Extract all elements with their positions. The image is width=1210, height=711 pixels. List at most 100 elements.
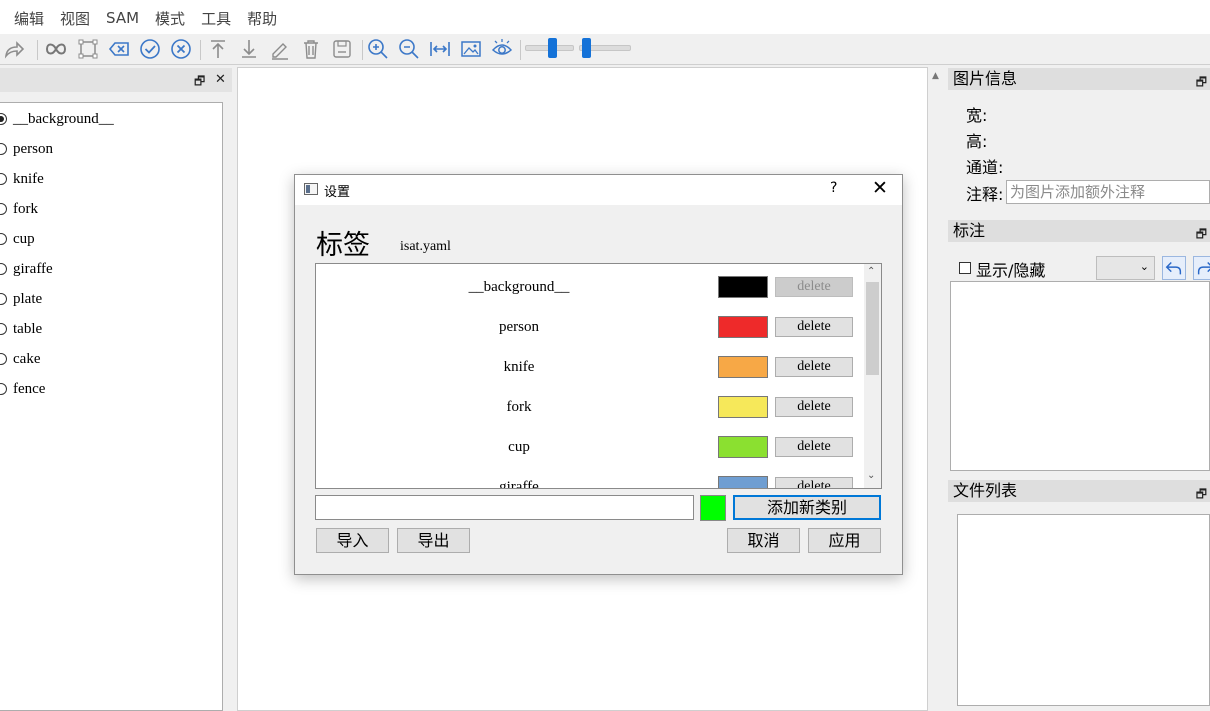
category-name[interactable]: giraffe [416, 479, 622, 488]
menu-sam[interactable]: SAM [106, 9, 139, 27]
delete-icon[interactable] [300, 38, 322, 60]
redo-button[interactable] [1193, 256, 1210, 280]
note-input[interactable]: 为图片添加额外注释 [1006, 180, 1210, 204]
delete-button[interactable]: delete [775, 437, 853, 457]
file-list[interactable] [957, 514, 1210, 706]
chevron-down-icon[interactable]: ⌄ [867, 470, 875, 481]
point-size-slider[interactable] [579, 38, 631, 58]
help-icon[interactable]: ? [830, 180, 837, 196]
label-item[interactable]: giraffe [0, 258, 53, 280]
cancel-button[interactable]: 取消 [727, 528, 800, 553]
new-category-input[interactable] [315, 495, 694, 520]
radio-button[interactable] [0, 383, 7, 395]
fit-width-icon[interactable] [429, 38, 451, 60]
image-icon[interactable] [460, 38, 482, 60]
polygon-icon[interactable] [77, 38, 99, 60]
new-category-color-button[interactable] [700, 495, 726, 521]
dialog-heading: 标签 [316, 230, 370, 261]
zoom-out-icon[interactable] [398, 38, 420, 60]
menu-mode[interactable]: 模式 [155, 8, 185, 29]
label-item[interactable]: cake [0, 348, 40, 370]
zoom-in-icon[interactable] [367, 38, 389, 60]
chevron-down-icon: ⌄ [1139, 260, 1149, 273]
cancel-circle-icon[interactable] [170, 38, 192, 60]
radio-button[interactable] [0, 173, 7, 185]
infinity-icon[interactable] [45, 38, 67, 60]
close-icon[interactable]: ✕ [215, 72, 226, 87]
label-item[interactable]: fork [0, 198, 38, 220]
chevron-up-icon[interactable]: ⌃ [867, 266, 875, 277]
category-color-swatch[interactable] [718, 436, 768, 458]
backspace-icon[interactable] [108, 38, 130, 60]
scroll-up-icon[interactable]: ▲ [932, 71, 939, 81]
category-name[interactable]: knife [416, 359, 622, 376]
label-item-text: plate [13, 290, 43, 307]
menu-help[interactable]: 帮助 [247, 8, 277, 29]
close-icon[interactable]: ✕ [872, 177, 888, 199]
apply-button[interactable]: 应用 [808, 528, 881, 553]
category-color-swatch[interactable] [718, 396, 768, 418]
save-icon[interactable] [331, 38, 353, 60]
eye-icon[interactable] [491, 38, 513, 60]
radio-button[interactable] [0, 113, 7, 125]
import-button[interactable]: 导入 [316, 528, 389, 553]
export-button[interactable]: 导出 [397, 528, 470, 553]
move-bottom-icon[interactable] [238, 38, 260, 60]
annotation-list[interactable] [950, 281, 1210, 471]
file-list-title: 文件列表 [953, 481, 1018, 500]
show-hide-checkbox[interactable] [959, 262, 971, 274]
label-item[interactable]: plate [0, 288, 42, 310]
label-item[interactable]: cup [0, 228, 35, 250]
label-item[interactable]: knife [0, 168, 44, 190]
delete-button[interactable]: delete [775, 317, 853, 337]
image-info-titlebar: 图片信息 🗗 [948, 68, 1210, 90]
category-color-swatch[interactable] [718, 356, 768, 378]
category-name[interactable]: cup [416, 439, 622, 456]
label-item[interactable]: __background__ [0, 108, 114, 130]
menu-edit[interactable]: 编辑 [14, 8, 44, 29]
label-item[interactable]: table [0, 318, 42, 340]
opacity-slider-handle[interactable] [548, 38, 557, 58]
radio-button[interactable] [0, 143, 7, 155]
label-item[interactable]: person [0, 138, 53, 160]
category-color-swatch[interactable] [718, 276, 768, 298]
opacity-slider[interactable] [525, 38, 574, 58]
settings-dialog: 设置 ? ✕ 标签 isat.yaml __background__ delet… [294, 174, 903, 575]
annotation-title: 标注 [953, 221, 986, 240]
category-list-scrollbar[interactable]: ⌃ ⌄ [864, 264, 881, 488]
float-icon[interactable]: 🗗 [1196, 483, 1207, 505]
radio-button[interactable] [0, 293, 7, 305]
label-item[interactable]: fence [0, 378, 45, 400]
delete-button[interactable]: delete [775, 477, 853, 488]
radio-button[interactable] [0, 353, 7, 365]
point-size-slider-handle[interactable] [582, 38, 591, 58]
undo-button[interactable] [1162, 256, 1186, 280]
redo-icon[interactable] [3, 38, 25, 60]
menu-tools[interactable]: 工具 [201, 8, 231, 29]
radio-button[interactable] [0, 233, 7, 245]
delete-button[interactable]: delete [775, 397, 853, 417]
edit-icon[interactable] [269, 38, 291, 60]
category-name[interactable]: person [416, 319, 622, 336]
label-item-text: fork [13, 200, 38, 217]
add-category-button[interactable]: 添加新类别 [733, 495, 881, 520]
float-icon[interactable]: 🗗 [1196, 223, 1207, 245]
category-name[interactable]: fork [416, 399, 622, 416]
float-icon[interactable]: 🗗 [194, 72, 205, 93]
scrollbar-thumb[interactable] [866, 282, 879, 375]
category-row: fork delete [316, 386, 864, 426]
show-hide-label: 显示/隐藏 [976, 261, 1046, 280]
check-circle-icon[interactable] [139, 38, 161, 60]
menu-view[interactable]: 视图 [60, 8, 90, 29]
float-icon[interactable]: 🗗 [1196, 71, 1207, 93]
group-select[interactable]: ⌄ [1096, 256, 1155, 280]
category-color-swatch[interactable] [718, 316, 768, 338]
radio-button[interactable] [0, 263, 7, 275]
move-top-icon[interactable] [207, 38, 229, 60]
radio-button[interactable] [0, 323, 7, 335]
canvas-scrollbar[interactable]: ▲ [929, 67, 944, 711]
category-name[interactable]: __background__ [416, 279, 622, 296]
category-color-swatch[interactable] [718, 476, 768, 488]
delete-button[interactable]: delete [775, 357, 853, 377]
radio-button[interactable] [0, 203, 7, 215]
